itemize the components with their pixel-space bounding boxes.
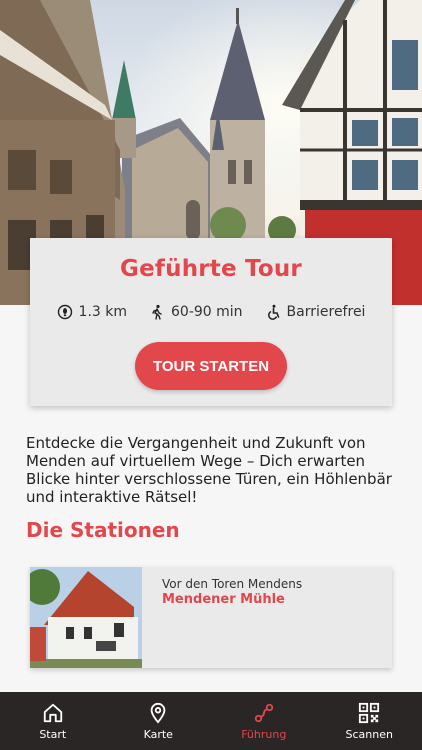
qr-code-icon	[359, 702, 380, 723]
tour-card: Geführte Tour 1.3 km 60-90 min Barrieref	[30, 238, 392, 406]
nav-item-scannen[interactable]: Scannen	[317, 692, 422, 750]
nav-item-karte[interactable]: Karte	[106, 692, 212, 750]
station-thumbnail	[30, 567, 142, 668]
nav-label: Karte	[143, 727, 173, 741]
station-subtitle: Vor den Toren Mendens	[162, 577, 303, 591]
nav-item-fuehrung[interactable]: Führung	[211, 692, 317, 750]
distance-value: 1.3 km	[78, 304, 128, 320]
nav-label: Führung	[241, 727, 287, 741]
nav-label: Start	[39, 727, 67, 741]
accessibility-stat: Barrierefrei	[265, 304, 366, 320]
duration-value: 60-90 min	[171, 304, 243, 320]
station-card[interactable]: Vor den Toren Mendens Mendener Mühle	[30, 567, 392, 668]
footprint-icon	[57, 304, 72, 320]
duration-stat: 60-90 min	[149, 304, 243, 320]
walking-icon	[152, 304, 162, 320]
nav-item-start[interactable]: Start	[0, 692, 106, 750]
map-pin-icon	[150, 702, 166, 724]
bottom-nav: Start Karte Führung Scannen	[0, 692, 422, 750]
home-icon	[43, 703, 62, 722]
start-tour-button[interactable]: TOUR STARTEN	[135, 342, 287, 390]
station-name: Mendener Mühle	[162, 592, 285, 607]
distance-stat: 1.3 km	[57, 304, 127, 320]
stations-title: Die Stationen	[26, 518, 180, 542]
intro-text: Entdecke die Vergangenheit und Zukunft v…	[26, 434, 392, 506]
accessibility-value: Barrierefrei	[286, 304, 366, 320]
nav-label: Scannen	[345, 727, 393, 741]
tour-stats: 1.3 km 60-90 min Barrierefrei	[30, 304, 392, 320]
route-icon	[254, 703, 273, 722]
tour-title: Geführte Tour	[120, 256, 302, 282]
wheelchair-icon	[267, 304, 279, 320]
